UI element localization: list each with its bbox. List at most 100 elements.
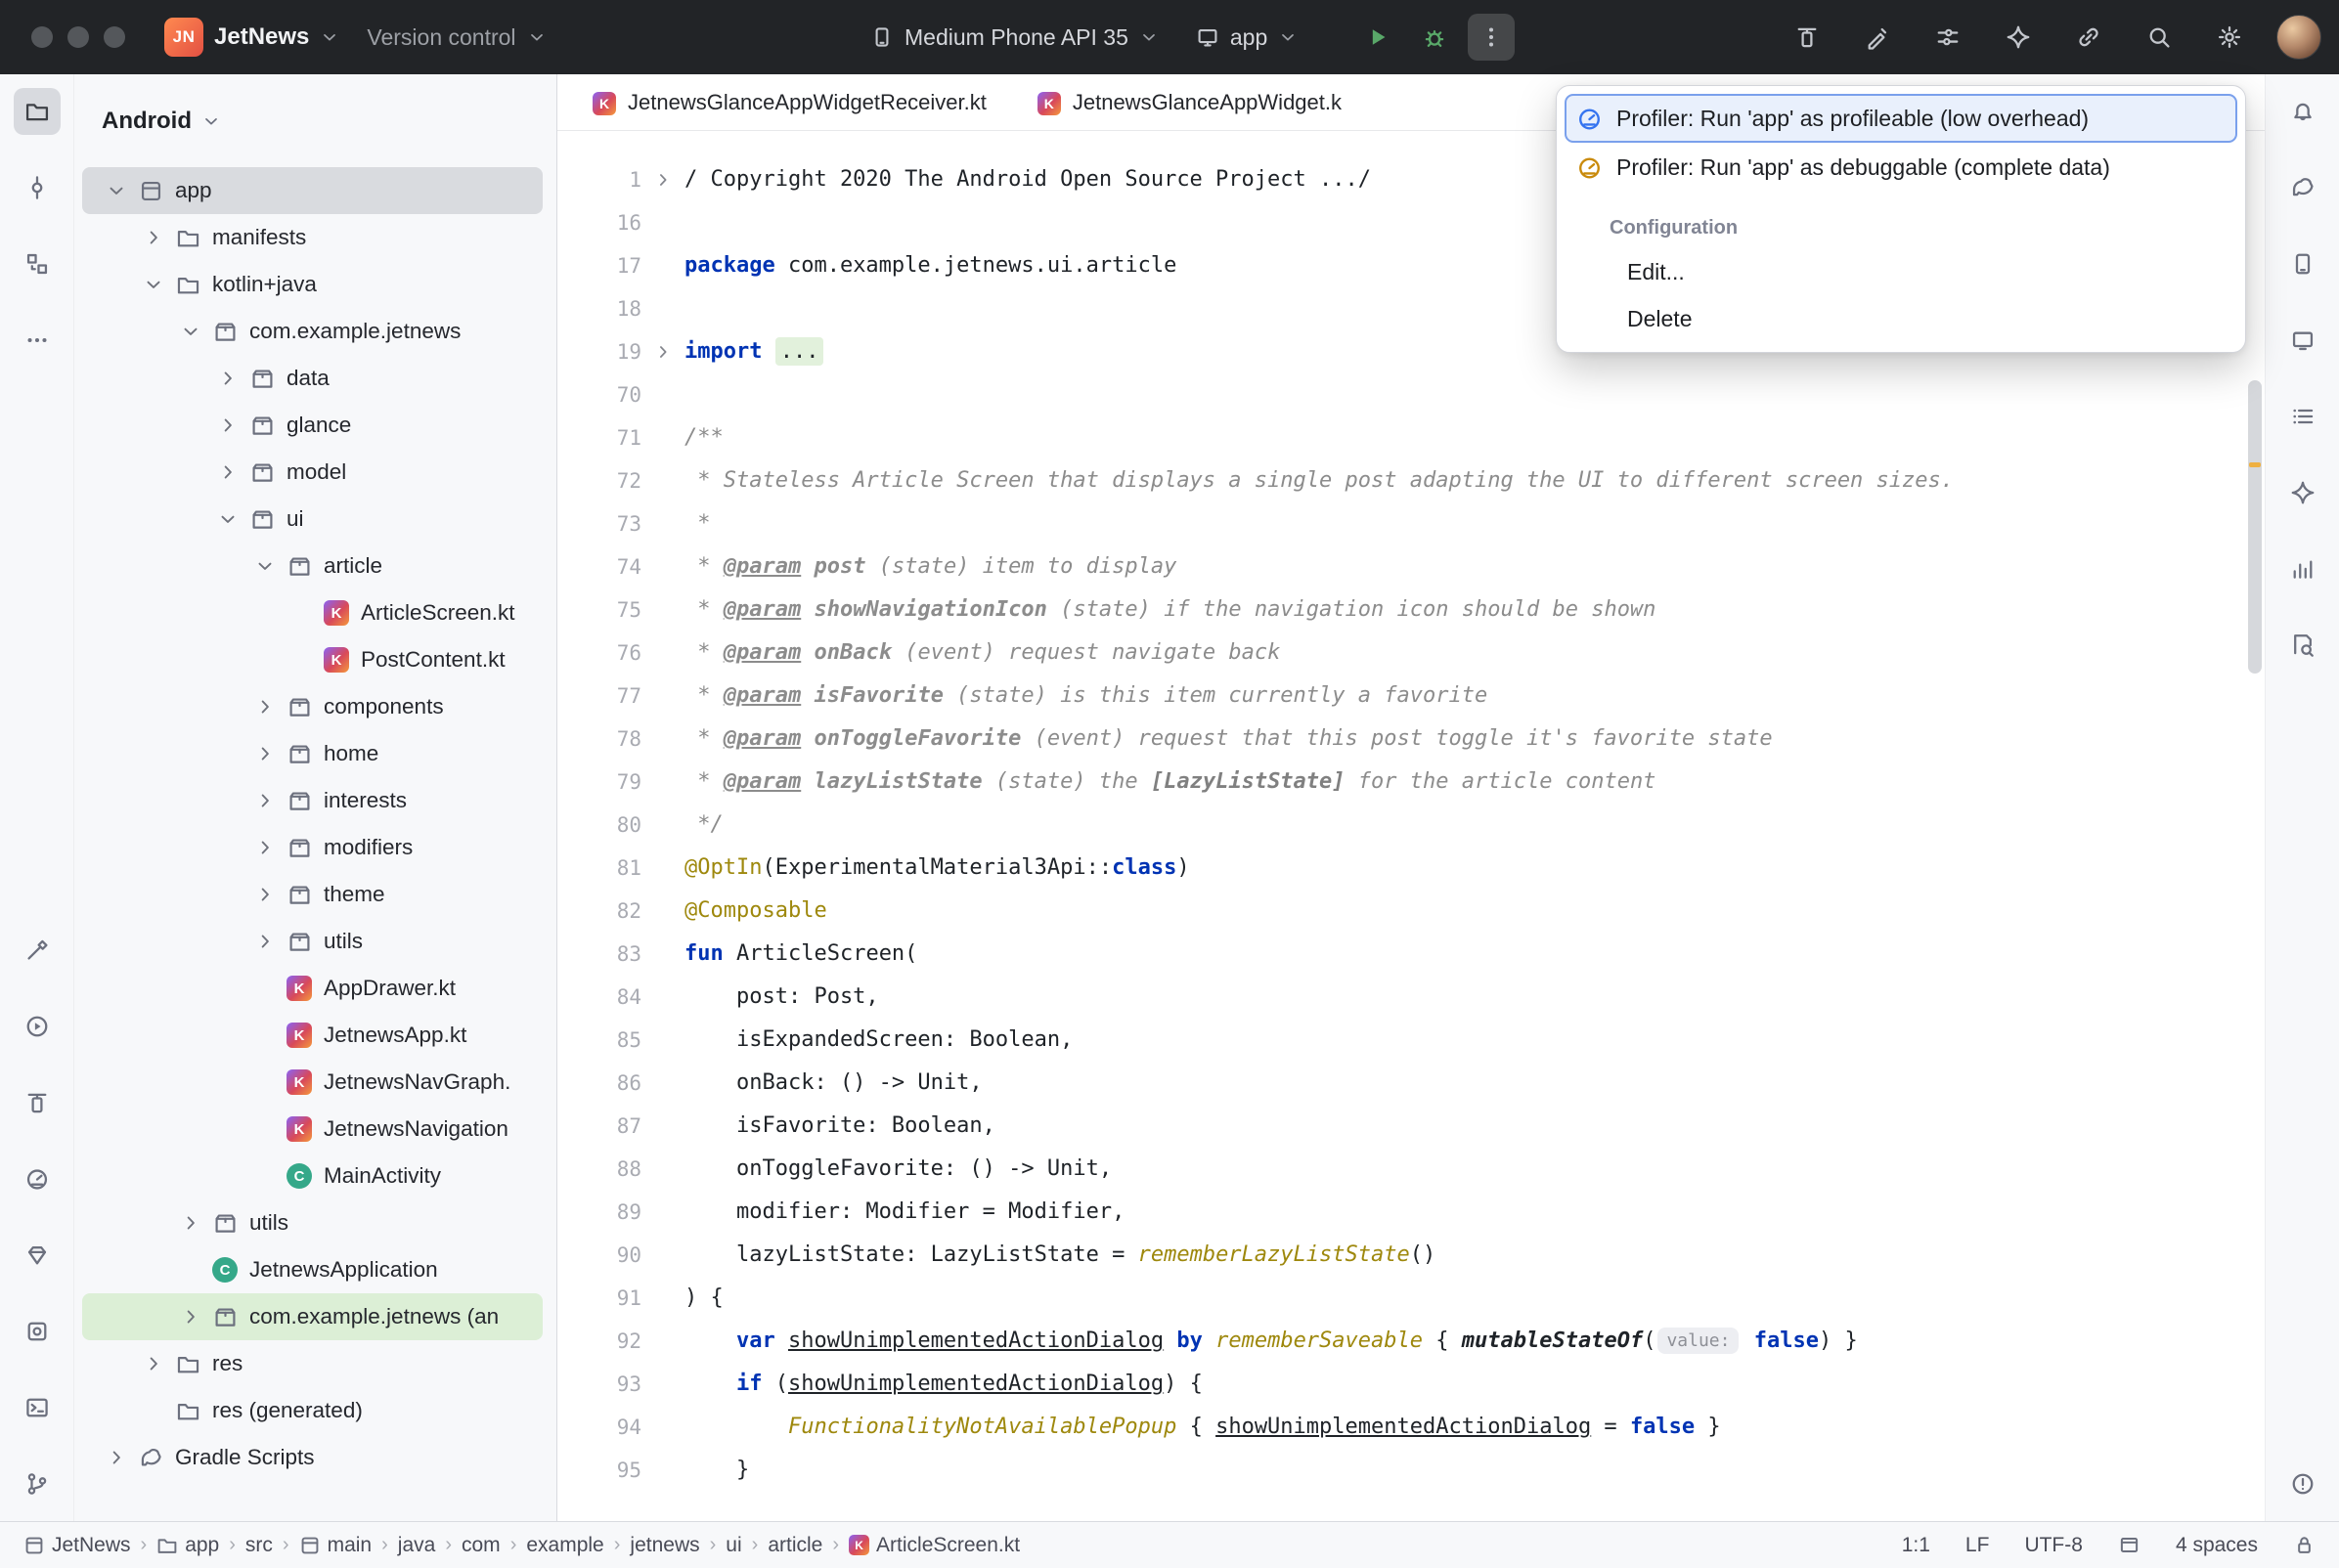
line-number[interactable]: 91	[557, 1277, 641, 1320]
code-line[interactable]: 88 onToggleFavorite: () -> Unit,	[557, 1148, 2265, 1191]
app-quality-insights-icon[interactable]	[2279, 545, 2326, 592]
running-devices-icon[interactable]	[2279, 317, 2326, 364]
line-number[interactable]: 17	[557, 244, 641, 287]
version-control-tool-icon[interactable]	[14, 1460, 61, 1507]
structure-tool-icon[interactable]	[14, 240, 61, 287]
build-tool-icon[interactable]	[14, 927, 61, 974]
breadcrumb-ui[interactable]: ui	[726, 1534, 741, 1557]
chevron-right-icon[interactable]	[174, 1212, 207, 1234]
run-configuration-selector[interactable]: app	[1182, 12, 1311, 63]
chevron-right-icon[interactable]	[248, 931, 282, 952]
chevron-down-icon[interactable]	[137, 274, 170, 295]
tree-item-mainactivity[interactable]: CMainActivity	[82, 1153, 543, 1199]
view-options-icon[interactable]	[1924, 14, 1971, 61]
line-number[interactable]: 89	[557, 1191, 641, 1234]
chevron-right-icon[interactable]	[211, 414, 244, 436]
code-line[interactable]: 87 isFavorite: Boolean,	[557, 1105, 2265, 1148]
editor-scrollbar[interactable]	[2248, 380, 2262, 674]
chevron-right-icon[interactable]	[248, 837, 282, 858]
line-number[interactable]: 88	[557, 1148, 641, 1191]
line-number[interactable]: 74	[557, 545, 641, 588]
tree-item-res-generated[interactable]: res (generated)	[82, 1387, 543, 1434]
line-number[interactable]: 81	[557, 847, 641, 890]
breadcrumb-example[interactable]: example	[526, 1534, 603, 1557]
line-number[interactable]: 75	[557, 588, 641, 632]
line-number[interactable]: 79	[557, 761, 641, 804]
code-line[interactable]: 91) {	[557, 1277, 2265, 1320]
code-line[interactable]: 93 if (showUnimplementedActionDialog) {	[557, 1363, 2265, 1406]
tree-item-res[interactable]: res	[82, 1340, 543, 1387]
fold-marker-icon[interactable]	[641, 158, 684, 201]
code-line[interactable]: 81@OptIn(ExperimentalMaterial3Api::class…	[557, 847, 2265, 890]
popup-item-profiler-profileable[interactable]: Profiler: Run 'app' as profileable (low …	[1565, 94, 2237, 143]
tree-item-data[interactable]: data	[82, 355, 543, 402]
share-link-icon[interactable]	[2065, 14, 2112, 61]
line-number[interactable]: 18	[557, 287, 641, 330]
device-explorer-icon[interactable]	[2279, 622, 2326, 669]
line-number[interactable]: 93	[557, 1363, 641, 1406]
tree-item-theme[interactable]: theme	[82, 871, 543, 918]
ai-actions-icon[interactable]	[1854, 14, 1901, 61]
code-line[interactable]: 74 * @param post (state) item to display	[557, 545, 2265, 588]
line-number[interactable]: 71	[557, 416, 641, 459]
tree-item-components[interactable]: components	[82, 683, 543, 730]
popup-item-profiler-debuggable[interactable]: Profiler: Run 'app' as debuggable (compl…	[1565, 143, 2237, 192]
terminal-tool-icon[interactable]	[14, 1384, 61, 1431]
code-line[interactable]: 72 * Stateless Article Screen that displ…	[557, 459, 2265, 502]
line-number[interactable]: 72	[557, 459, 641, 502]
line-number[interactable]: 85	[557, 1019, 641, 1062]
code-line[interactable]: 70	[557, 373, 2265, 416]
run-tool-icon[interactable]	[14, 1003, 61, 1050]
chevron-right-icon[interactable]	[137, 227, 170, 248]
tree-item-jetnewsapplication[interactable]: CJetnewsApplication	[82, 1246, 543, 1293]
project-menu-button[interactable]: JN JetNews	[151, 12, 353, 63]
user-avatar[interactable]	[2276, 15, 2321, 60]
code-line[interactable]: 80 */	[557, 804, 2265, 847]
editor-layout-indicator-icon[interactable]	[2118, 1534, 2140, 1556]
tree-item-com-example-jetnews[interactable]: com.example.jetnews	[82, 308, 543, 355]
indent-style[interactable]: 4 spaces	[2176, 1534, 2258, 1557]
gemini-icon[interactable]	[1995, 14, 2042, 61]
code-line[interactable]: 90 lazyListState: LazyListState = rememb…	[557, 1234, 2265, 1277]
project-tool-icon[interactable]	[14, 88, 61, 135]
chevron-right-icon[interactable]	[211, 461, 244, 483]
debug-button[interactable]	[1411, 14, 1458, 61]
code-line[interactable]: 89 modifier: Modifier = Modifier,	[557, 1191, 2265, 1234]
line-number[interactable]: 70	[557, 373, 641, 416]
gradle-tool-icon[interactable]	[2279, 164, 2326, 211]
vcs-menu-button[interactable]: Version control	[353, 12, 559, 63]
code-line[interactable]: 94 FunctionalityNotAvailablePopup { show…	[557, 1406, 2265, 1449]
tree-item-model[interactable]: model	[82, 449, 543, 496]
file-encoding[interactable]: UTF-8	[2024, 1534, 2083, 1557]
code-line[interactable]: 78 * @param onToggleFavorite (event) req…	[557, 718, 2265, 761]
profiler-tool-icon[interactable]	[14, 1155, 61, 1202]
line-number[interactable]: 87	[557, 1105, 641, 1148]
code-line[interactable]: 73 *	[557, 502, 2265, 545]
code-line[interactable]: 75 * @param showNavigationIcon (state) i…	[557, 588, 2265, 632]
tree-item-jetnewsnavigation[interactable]: KJetnewsNavigation	[82, 1106, 543, 1153]
code-line[interactable]: 86 onBack: () -> Unit,	[557, 1062, 2265, 1105]
window-minimize-button[interactable]	[67, 26, 89, 48]
chevron-down-icon[interactable]	[100, 180, 133, 201]
popup-action-delete[interactable]: Delete	[1557, 295, 2245, 342]
gemini-tool-icon[interactable]	[2279, 469, 2326, 516]
resource-manager-icon[interactable]	[14, 1232, 61, 1279]
line-number[interactable]: 90	[557, 1234, 641, 1277]
line-number[interactable]: 83	[557, 933, 641, 976]
tree-item-article[interactable]: article	[82, 543, 543, 589]
tree-item-com-example-jetnews-an[interactable]: com.example.jetnews (an	[82, 1293, 543, 1340]
code-line[interactable]: 77 * @param isFavorite (state) is this i…	[557, 675, 2265, 718]
device-mirroring-icon[interactable]	[14, 1079, 61, 1126]
editor-tab-jetnewsglanceappwidget-k[interactable]: KJetnewsGlanceAppWidget.k	[1012, 74, 1367, 130]
search-everywhere-icon[interactable]	[2136, 14, 2183, 61]
notifications-icon[interactable]	[2279, 88, 2326, 135]
line-number[interactable]: 80	[557, 804, 641, 847]
line-number[interactable]: 73	[557, 502, 641, 545]
chevron-right-icon[interactable]	[248, 884, 282, 905]
chevron-right-icon[interactable]	[211, 368, 244, 389]
code-line[interactable]: 76 * @param onBack (event) request navig…	[557, 632, 2265, 675]
line-number[interactable]: 92	[557, 1320, 641, 1363]
tree-item-postcontent-kt[interactable]: KPostContent.kt	[82, 636, 543, 683]
code-line[interactable]: 84 post: Post,	[557, 976, 2265, 1019]
tree-item-jetnewsapp-kt[interactable]: KJetnewsApp.kt	[82, 1012, 543, 1059]
